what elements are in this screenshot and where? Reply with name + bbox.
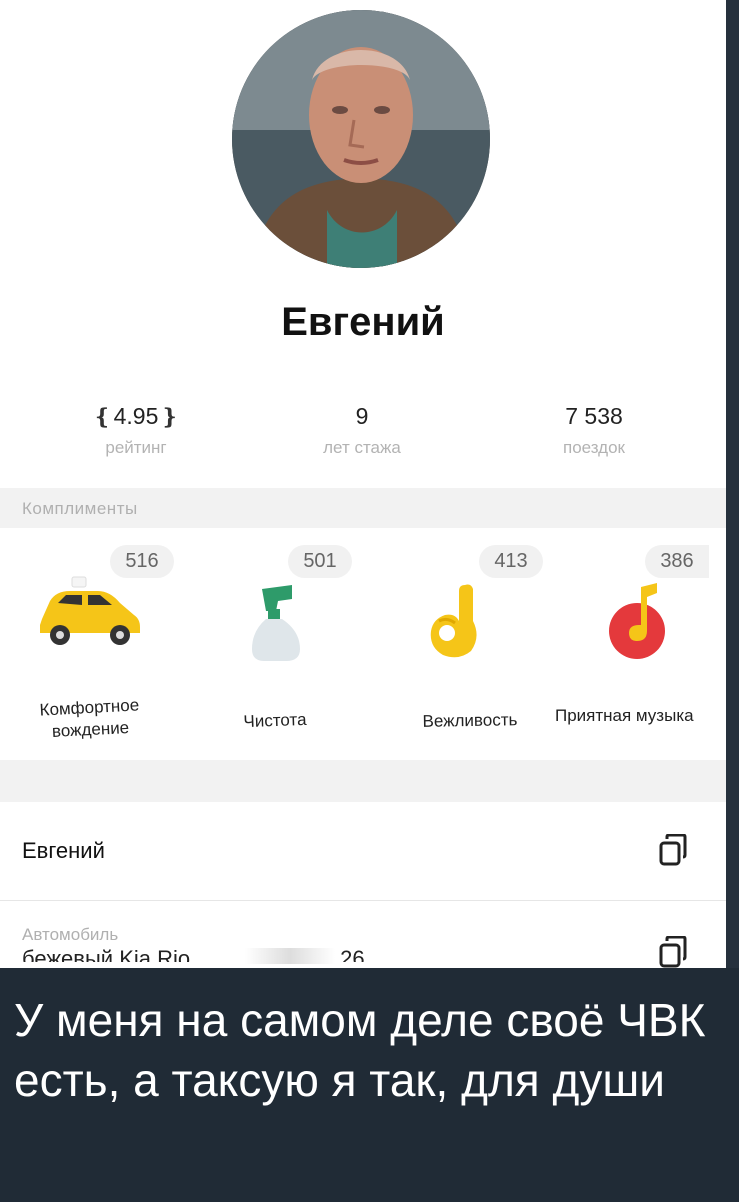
trips-stat: 7 538 поездок [494, 403, 694, 458]
car-label: Автомобиль [22, 925, 119, 944]
music-note-icon [609, 583, 665, 659]
compliment-count-badge: 516 [110, 545, 174, 578]
driver-avatar[interactable] [232, 10, 490, 268]
laurel-right-icon: ❵ [160, 403, 179, 429]
driver-name-row: Евгений [22, 838, 105, 863]
compliments-header: Комплименты [0, 488, 726, 528]
copy-icon[interactable] [658, 834, 688, 866]
compliment-label: Вежливость [422, 710, 518, 731]
rating-label: рейтинг [105, 438, 167, 457]
section-divider [0, 760, 726, 802]
background-edge [726, 0, 739, 968]
trips-label: поездок [563, 438, 625, 457]
compliment-label: Комфортное вождение [39, 695, 140, 741]
compliment-count-badge: 386 [645, 545, 709, 578]
meme-caption-panel: У меня на самом деле своё ЧВК есть, а та… [0, 968, 739, 1202]
driver-photo [232, 10, 490, 268]
driver-profile-screen: Евгений ❴ 4.95 ❵ рейтинг 9 лет стажа 7 5… [0, 0, 726, 968]
compliment-label: Приятная музыка [555, 706, 694, 725]
plate-blur [245, 948, 335, 964]
meme-caption-text: У меня на самом деле своё ЧВК есть, а та… [14, 994, 706, 1106]
spray-bottle-icon [252, 585, 300, 661]
compliment-count-badge: 413 [479, 545, 543, 578]
experience-stat: 9 лет стажа [262, 403, 462, 458]
experience-value: 9 [355, 403, 369, 429]
taxi-car-icon [40, 576, 140, 645]
ok-hand-icon [430, 584, 477, 658]
laurel-left-icon: ❴ [93, 403, 112, 429]
experience-label: лет стажа [323, 438, 401, 457]
compliment-count-badge: 501 [288, 545, 352, 578]
rating-stat: ❴ 4.95 ❵ рейтинг [36, 403, 236, 458]
compliments-title: Комплименты [22, 499, 138, 518]
driver-name-title: Евгений [281, 300, 445, 344]
compliment-label: Чистота [243, 709, 307, 732]
row-divider [0, 900, 726, 901]
rating-value: ❴ 4.95 ❵ [93, 403, 179, 429]
copy-icon[interactable] [658, 936, 688, 968]
trips-value: 7 538 [565, 403, 623, 429]
